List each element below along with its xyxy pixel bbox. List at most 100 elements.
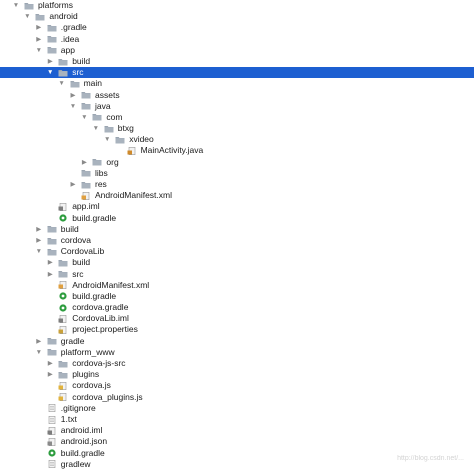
tree-row-label: CordovaLib — [60, 246, 105, 257]
tree-row-label: res — [95, 179, 107, 189]
chevron-down-icon[interactable]: ▼ — [23, 11, 31, 22]
chevron-right-icon[interactable]: ▶ — [46, 269, 54, 280]
folder-icon — [58, 259, 68, 267]
chevron-right-icon[interactable]: ▶ — [46, 358, 54, 369]
folder-icon — [92, 158, 102, 166]
tree-row[interactable]: ▶ src — [0, 269, 474, 280]
tree-row-label: libs — [95, 167, 108, 178]
tree-row[interactable]: libs — [0, 168, 474, 179]
chevron-right-icon[interactable]: ▶ — [35, 336, 43, 347]
tree-row-label: src — [72, 268, 84, 279]
folder-icon — [58, 371, 68, 379]
folder-icon — [58, 270, 68, 278]
xml-file-icon — [58, 281, 68, 290]
tree-row[interactable]: ▼ src — [0, 67, 474, 79]
chevron-right-icon[interactable]: ▶ — [69, 90, 77, 101]
tree-row-label: cordova — [60, 234, 92, 245]
tree-row[interactable]: AndroidManifest.xml — [0, 190, 474, 201]
tree-row[interactable]: ▼ java — [0, 101, 474, 112]
iml-file-icon — [58, 202, 68, 211]
tree-row-label: CordovaLib.iml — [72, 313, 129, 324]
tree-row[interactable]: ▶ .idea — [0, 34, 474, 45]
chevron-right-icon[interactable]: ▶ — [35, 34, 43, 45]
tree-row[interactable]: android.json — [0, 436, 474, 447]
tree-row[interactable]: ▶ cordova-js-src — [0, 358, 474, 369]
tree-row-label: cordova_plugins.js — [72, 391, 143, 402]
tree-row[interactable]: project.properties — [0, 324, 474, 335]
chevron-down-icon[interactable]: ▼ — [46, 67, 54, 78]
tree-row[interactable]: ▶ build — [0, 56, 474, 67]
chevron-down-icon[interactable]: ▼ — [12, 0, 20, 11]
gradle-file-icon — [58, 214, 68, 222]
tree-row[interactable]: build.gradle — [0, 213, 474, 224]
chevron-right-icon[interactable]: ▶ — [69, 179, 77, 190]
tree-row-label: src — [72, 67, 84, 78]
tree-row-label: com — [106, 111, 123, 122]
tree-row[interactable]: .gitignore — [0, 403, 474, 414]
folder-icon — [104, 125, 114, 133]
java-file-icon — [127, 147, 137, 156]
iml-file-icon — [58, 314, 68, 323]
chevron-right-icon[interactable]: ▶ — [80, 157, 88, 168]
tree-row[interactable]: MainActivity.java — [0, 145, 474, 156]
tree-row-label: .gitignore — [60, 402, 96, 413]
tree-row[interactable]: ▶ build — [0, 224, 474, 235]
tree-row-label: AndroidManifest.xml — [72, 279, 150, 290]
tree-row[interactable]: ▶ org — [0, 157, 474, 168]
tree-row[interactable]: ▼ android — [0, 11, 474, 22]
tree-row[interactable]: ▶ .gradle — [0, 22, 474, 33]
folder-icon — [47, 237, 57, 245]
tree-row-label: app.iml — [72, 201, 100, 212]
chevron-right-icon[interactable]: ▶ — [35, 224, 43, 235]
properties-file-icon — [58, 326, 68, 335]
tree-row[interactable]: ▼ app — [0, 45, 474, 56]
tree-row[interactable]: ▼ btxg — [0, 123, 474, 134]
tree-row[interactable]: AndroidManifest.xml — [0, 280, 474, 291]
tree-row[interactable]: ▶ res — [0, 179, 474, 190]
chevron-down-icon[interactable]: ▼ — [35, 347, 43, 358]
chevron-right-icon[interactable]: ▶ — [46, 56, 54, 67]
chevron-right-icon[interactable]: ▶ — [35, 235, 43, 246]
folder-icon — [81, 169, 91, 177]
folder-icon — [81, 102, 91, 110]
tree-row-label: plugins — [72, 369, 100, 380]
tree-row[interactable]: ▶ assets — [0, 90, 474, 101]
chevron-right-icon[interactable]: ▶ — [46, 369, 54, 380]
chevron-down-icon[interactable]: ▼ — [80, 112, 88, 123]
watermark: http://blog.csdn.net/... — [397, 455, 464, 462]
tree-row[interactable]: cordova_plugins.js — [0, 392, 474, 403]
tree-row-label: btxg — [117, 123, 134, 134]
tree-row[interactable]: CordovaLib.iml — [0, 313, 474, 324]
tree-row-label: 1.txt — [60, 413, 77, 424]
chevron-down-icon[interactable]: ▼ — [69, 101, 77, 112]
tree-row-label: java — [95, 100, 111, 111]
tree-row[interactable]: ▼ platform_www — [0, 347, 474, 358]
tree-row[interactable]: build.gradle — [0, 291, 474, 302]
tree-row[interactable]: ▼ platforms — [0, 0, 474, 11]
folder-icon — [47, 248, 57, 256]
tree-row[interactable]: ▶ plugins — [0, 369, 474, 380]
chevron-down-icon[interactable]: ▼ — [103, 134, 111, 145]
tree-row[interactable]: ▶ gradle — [0, 336, 474, 347]
chevron-down-icon[interactable]: ▼ — [58, 78, 66, 89]
tree-row[interactable]: 1.txt — [0, 414, 474, 425]
chevron-right-icon[interactable]: ▶ — [35, 22, 43, 33]
tree-row[interactable]: app.iml — [0, 201, 474, 212]
tree-row[interactable]: ▶ cordova — [0, 235, 474, 246]
tree-row-label: cordova-js-src — [72, 358, 126, 368]
tree-row[interactable]: ▼ main — [0, 78, 474, 89]
chevron-down-icon[interactable]: ▼ — [92, 123, 100, 134]
chevron-right-icon[interactable]: ▶ — [46, 257, 54, 268]
tree-row[interactable]: ▼ xvideo — [0, 134, 474, 145]
tree-row[interactable]: android.iml — [0, 425, 474, 436]
tree-row[interactable]: ▼ com — [0, 112, 474, 123]
chevron-down-icon[interactable]: ▼ — [35, 45, 43, 56]
folder-icon — [47, 24, 57, 32]
folder-icon — [70, 80, 80, 88]
tree-row-label: project.properties — [72, 324, 138, 335]
tree-row[interactable]: cordova.js — [0, 380, 474, 391]
tree-row[interactable]: cordova.gradle — [0, 302, 474, 313]
tree-row[interactable]: ▶ build — [0, 257, 474, 268]
tree-row[interactable]: ▼ CordovaLib — [0, 246, 474, 257]
chevron-down-icon[interactable]: ▼ — [35, 246, 43, 257]
